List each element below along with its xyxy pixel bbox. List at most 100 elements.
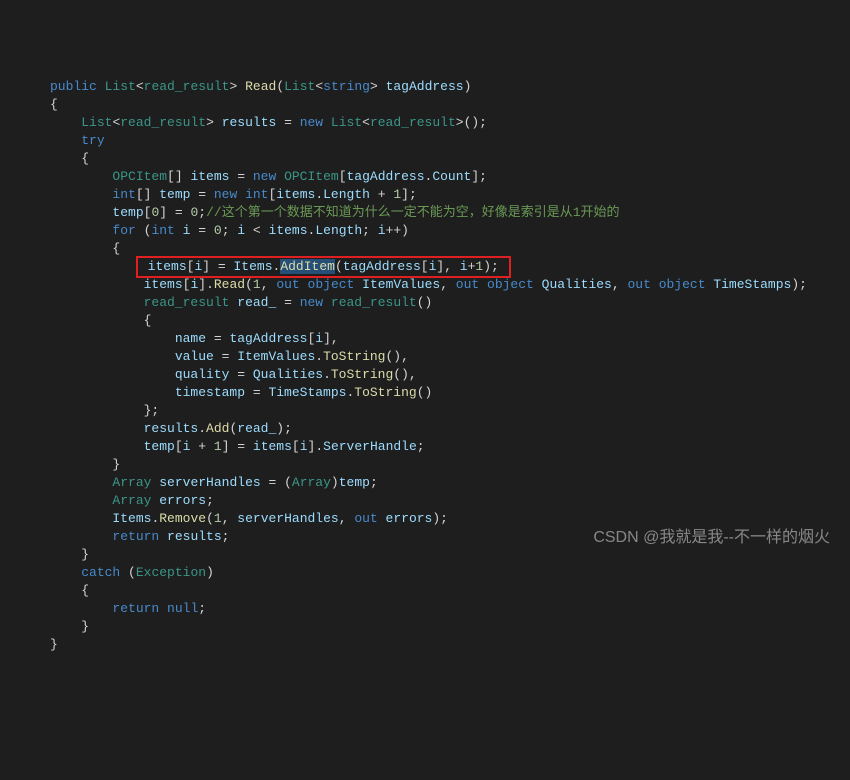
brace: { xyxy=(144,313,152,328)
param: tagAddress xyxy=(386,79,464,94)
type: List xyxy=(105,79,136,94)
var: serverHandles xyxy=(237,511,338,526)
prop: value xyxy=(175,349,214,364)
watermark: CSDN @我就是我--不一样的烟火 xyxy=(593,529,830,547)
var: i xyxy=(300,439,308,454)
brace: }; xyxy=(144,403,160,418)
prop: Length xyxy=(323,187,370,202)
type: OPCItem xyxy=(112,169,167,184)
type: int xyxy=(245,187,268,202)
prop: timestamp xyxy=(175,385,245,400)
prop: Count xyxy=(432,169,471,184)
var: tagAddress xyxy=(343,259,421,274)
var: i xyxy=(190,277,198,292)
type: read_result xyxy=(144,295,230,310)
var: i xyxy=(315,331,323,346)
number: 0 xyxy=(190,205,198,220)
var: i xyxy=(183,439,191,454)
type: Array xyxy=(112,493,151,508)
type: object xyxy=(659,277,706,292)
type: object xyxy=(487,277,534,292)
number: 1 xyxy=(214,511,222,526)
type: int xyxy=(151,223,174,238)
var: items xyxy=(253,439,292,454)
keyword: new xyxy=(300,295,323,310)
keyword: null xyxy=(167,601,198,616)
keyword: return xyxy=(112,601,159,616)
type: Array xyxy=(292,475,331,490)
code-editor[interactable]: public List<read_result> Read(List<strin… xyxy=(50,78,850,654)
var: i xyxy=(183,223,191,238)
keyword: out xyxy=(627,277,650,292)
var: Qualities xyxy=(253,367,323,382)
brace: { xyxy=(112,241,120,256)
number: 0 xyxy=(214,223,222,238)
type: List xyxy=(331,115,362,130)
method: Add xyxy=(206,421,229,436)
type: OPCItem xyxy=(284,169,339,184)
var: items xyxy=(269,223,308,238)
var: tagAddress xyxy=(229,331,307,346)
prop: name xyxy=(175,331,206,346)
type: string xyxy=(323,79,370,94)
keyword: out xyxy=(354,511,377,526)
brace: } xyxy=(50,637,58,652)
var: items xyxy=(148,259,187,274)
var: TimeStamps xyxy=(268,385,346,400)
var: serverHandles xyxy=(159,475,260,490)
var: i xyxy=(194,259,202,274)
brace: } xyxy=(81,547,89,562)
keyword: out xyxy=(276,277,299,292)
prop: ServerHandle xyxy=(323,439,417,454)
method: AddItem xyxy=(280,259,335,274)
var: Items xyxy=(234,259,273,274)
type: object xyxy=(308,277,355,292)
var: temp xyxy=(144,439,175,454)
method: ToString xyxy=(354,385,416,400)
number: 0 xyxy=(151,205,159,220)
type: Array xyxy=(112,475,151,490)
brace: { xyxy=(81,583,89,598)
brace: } xyxy=(81,619,89,634)
var: Items xyxy=(112,511,151,526)
type: read_result xyxy=(370,115,456,130)
type: Exception xyxy=(136,565,206,580)
type: read_result xyxy=(144,79,230,94)
method: Read xyxy=(214,277,245,292)
brace: } xyxy=(112,457,120,472)
prop: quality xyxy=(175,367,230,382)
var: items xyxy=(276,187,315,202)
type: List xyxy=(81,115,112,130)
var: temp xyxy=(112,205,143,220)
keyword: catch xyxy=(81,565,120,580)
keyword: new xyxy=(300,115,323,130)
method: ToString xyxy=(331,367,393,382)
keyword: return xyxy=(112,529,159,544)
var: tagAddress xyxy=(347,169,425,184)
prop: Length xyxy=(315,223,362,238)
var: i xyxy=(460,259,468,274)
var: results xyxy=(167,529,222,544)
var: i xyxy=(429,259,437,274)
var: read_ xyxy=(237,295,276,310)
number: 1 xyxy=(393,187,401,202)
brace: { xyxy=(50,97,58,112)
var: results xyxy=(222,115,277,130)
comment: //这个第一个数据不知道为什么一定不能为空，好像是索引是从1开始的 xyxy=(206,205,619,220)
var: temp xyxy=(159,187,190,202)
var: items xyxy=(190,169,229,184)
var: TimeStamps xyxy=(713,277,791,292)
var: temp xyxy=(339,475,370,490)
var: Qualities xyxy=(542,277,612,292)
brace: { xyxy=(81,151,89,166)
keyword: try xyxy=(81,133,104,148)
selection: AddItem xyxy=(280,259,335,274)
var: ItemValues xyxy=(237,349,315,364)
var: i xyxy=(378,223,386,238)
keyword: public xyxy=(50,79,97,94)
method: Remove xyxy=(159,511,206,526)
var: results xyxy=(144,421,199,436)
number: 1 xyxy=(475,259,483,274)
type: read_result xyxy=(120,115,206,130)
number: 1 xyxy=(214,439,222,454)
